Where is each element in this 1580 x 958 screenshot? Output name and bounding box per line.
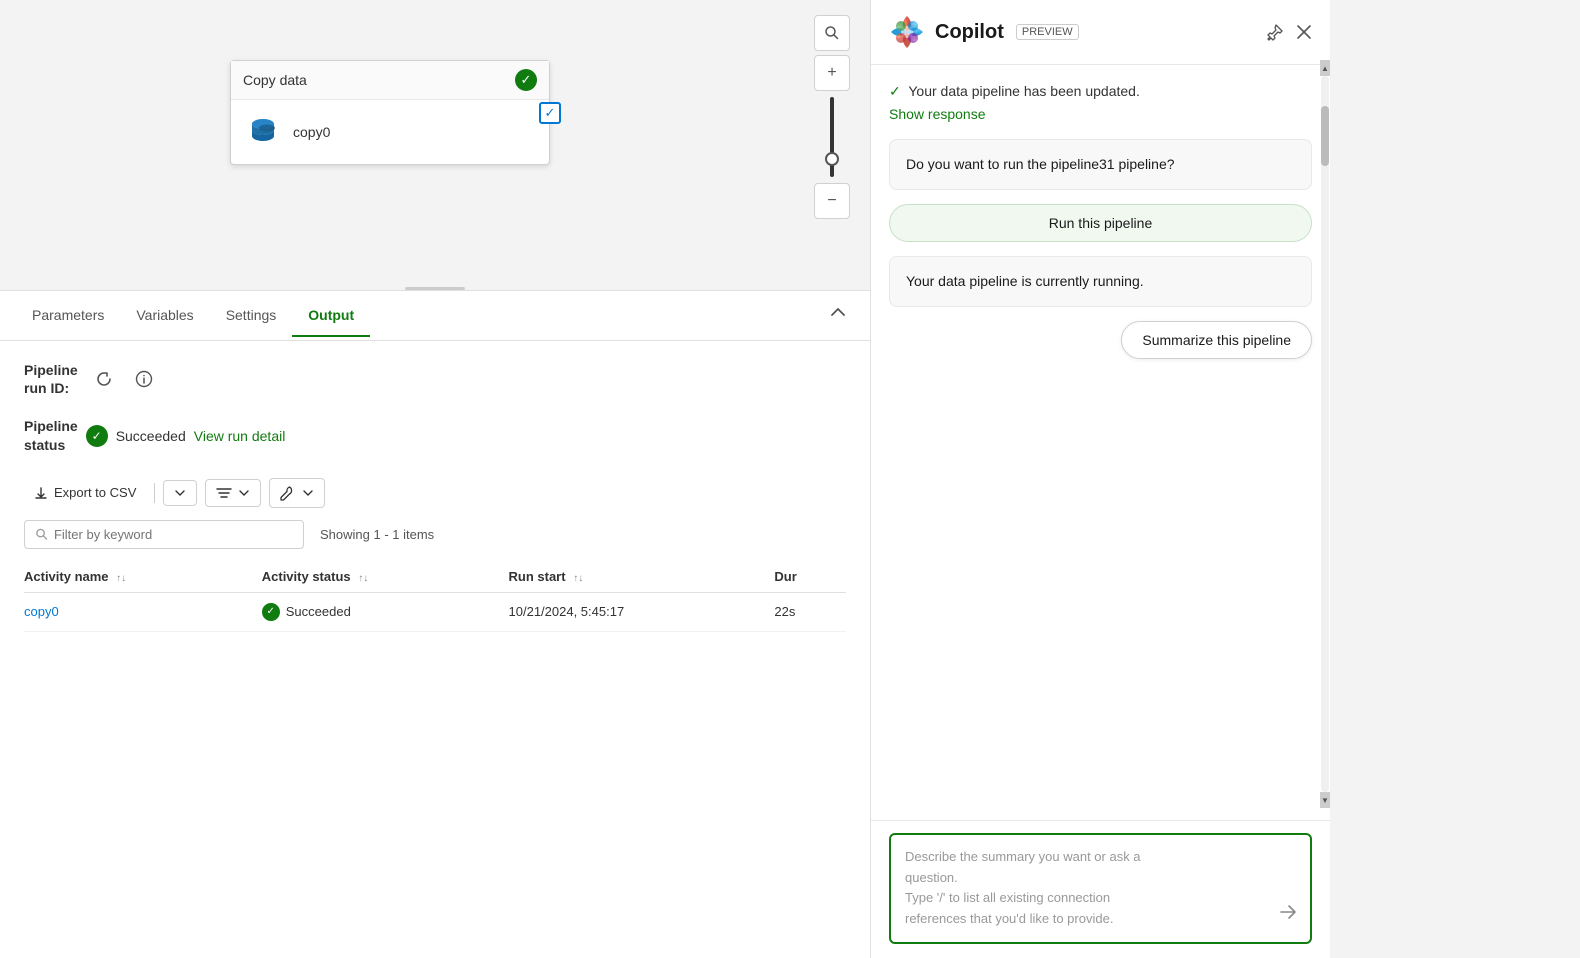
tab-variables[interactable]: Variables	[120, 295, 209, 337]
zoom-controls: + −	[814, 15, 850, 219]
chat-input-placeholder: Describe the summary you want or ask a q…	[905, 847, 1141, 930]
scroll-down-btn[interactable]: ▼	[1320, 792, 1330, 808]
right-panel: Copilot PREVIEW ✓ Your data pipeline has…	[870, 0, 1330, 958]
summarize-pipeline-btn[interactable]: Summarize this pipeline	[1121, 321, 1312, 359]
pipeline-status-label: Pipelinestatus	[24, 417, 78, 453]
chat-footer: Describe the summary you want or ask a q…	[871, 820, 1330, 958]
running-message: Your data pipeline is currently running.	[889, 256, 1312, 307]
close-icon[interactable]	[1296, 24, 1312, 40]
export-label: Export to CSV	[54, 485, 136, 500]
pipeline-node[interactable]: Copy data ✓ copy0 ✓	[230, 60, 550, 165]
node-checkbox[interactable]: ✓	[539, 102, 561, 124]
tab-collapse-btn[interactable]	[822, 301, 854, 330]
zoom-slider[interactable]: + −	[814, 55, 850, 219]
bottom-panel: Parameters Variables Settings Output Pip…	[0, 290, 870, 958]
pipeline-run-id-label: Pipelinerun ID:	[24, 361, 78, 397]
row-status-text: Succeeded	[286, 604, 351, 619]
scroll-track	[1321, 76, 1329, 792]
canvas-area: + − Copy data ✓	[0, 0, 870, 290]
export-csv-btn[interactable]: Export to CSV	[24, 479, 146, 506]
copilot-logo	[889, 14, 925, 50]
copilot-header: Copilot PREVIEW	[871, 0, 1330, 65]
sort-icon-status[interactable]: ↑↓	[358, 573, 368, 584]
tab-output[interactable]: Output	[292, 295, 370, 337]
pipeline-run-id-row: Pipelinerun ID:	[24, 361, 846, 397]
sort-icon-run-start[interactable]: ↑↓	[573, 573, 583, 584]
showing-text: Showing 1 - 1 items	[320, 527, 434, 542]
td-status: ✓ Succeeded	[262, 603, 497, 621]
refresh-icon[interactable]	[90, 365, 118, 393]
assistant-bubble-run: Do you want to run the pipeline31 pipeli…	[889, 139, 1312, 190]
chat-input-box[interactable]: Describe the summary you want or ask a q…	[889, 833, 1312, 944]
node-success-icon: ✓	[515, 69, 537, 91]
node-title: Copy data	[243, 72, 307, 88]
pin-icon[interactable]	[1266, 23, 1284, 41]
export-dropdown-btn[interactable]	[163, 480, 197, 506]
row-status-icon: ✓	[262, 603, 280, 621]
tools-btn[interactable]	[269, 478, 325, 508]
activity-name-link[interactable]: copy0	[24, 604, 59, 619]
node-label: copy0	[293, 124, 330, 140]
run-pipeline-suggestion-btn[interactable]: Run this pipeline	[889, 204, 1312, 242]
filter-input-wrap[interactable]	[24, 520, 304, 549]
show-response-link[interactable]: Show response	[889, 104, 1312, 125]
panel-divider[interactable]	[405, 287, 465, 290]
scroll-thumb	[1321, 106, 1329, 166]
chat-area[interactable]: ✓ Your data pipeline has been updated. S…	[871, 65, 1330, 820]
send-btn[interactable]	[1278, 902, 1298, 930]
tab-settings[interactable]: Settings	[210, 295, 293, 337]
scroll-up-btn[interactable]: ▲	[1320, 60, 1330, 76]
node-body: copy0 ✓	[231, 100, 549, 164]
filter-search-icon	[35, 527, 48, 541]
preview-badge: PREVIEW	[1016, 24, 1079, 40]
toolbar-row: Export to CSV	[24, 478, 846, 508]
tab-parameters[interactable]: Parameters	[16, 295, 120, 337]
info-icon[interactable]	[130, 365, 158, 393]
table-row: copy0 ✓ Succeeded 10/21/2024, 5:45:17 22…	[24, 592, 846, 631]
zoom-minus-btn[interactable]: −	[814, 183, 850, 219]
db-icon	[245, 114, 281, 150]
zoom-search-btn[interactable]	[814, 15, 850, 51]
status-success-icon: ✓	[86, 425, 108, 447]
filter-row: Showing 1 - 1 items	[24, 520, 846, 549]
data-table: Activity name ↑↓ Activity status ↑↓ Run …	[24, 561, 846, 632]
toolbar-divider	[154, 483, 155, 503]
header-actions	[1266, 23, 1312, 41]
filter-input[interactable]	[54, 527, 293, 542]
panel-content: Pipelinerun ID: Pipelines	[0, 341, 870, 958]
chat-scrollbar[interactable]: ▲ ▼	[1320, 60, 1330, 808]
pipeline-status-row: Pipelinestatus ✓ Succeeded View run deta…	[24, 417, 846, 453]
status-text: Succeeded	[116, 428, 186, 444]
cell-activity-name: copy0	[24, 592, 262, 631]
view-run-link[interactable]: View run detail	[194, 428, 286, 444]
tab-bar: Parameters Variables Settings Output	[0, 291, 870, 341]
col-activity-name: Activity name ↑↓	[24, 561, 262, 593]
cell-run-start: 10/21/2024, 5:45:17	[509, 592, 775, 631]
node-header: Copy data ✓	[231, 61, 549, 100]
col-run-start: Run start ↑↓	[509, 561, 775, 593]
sort-icon-activity[interactable]: ↑↓	[116, 573, 126, 584]
left-panel: + − Copy data ✓	[0, 0, 870, 958]
cell-duration: 22s	[774, 592, 846, 631]
column-filter-btn[interactable]	[205, 479, 261, 507]
col-activity-status: Activity status ↑↓	[262, 561, 509, 593]
zoom-plus-btn[interactable]: +	[814, 55, 850, 91]
green-check-icon: ✓	[889, 83, 901, 99]
copilot-title: Copilot	[935, 21, 1004, 44]
cell-activity-status: ✓ Succeeded	[262, 592, 509, 631]
system-message-updated: ✓ Your data pipeline has been updated. S…	[889, 81, 1312, 125]
col-duration: Dur	[774, 561, 846, 593]
